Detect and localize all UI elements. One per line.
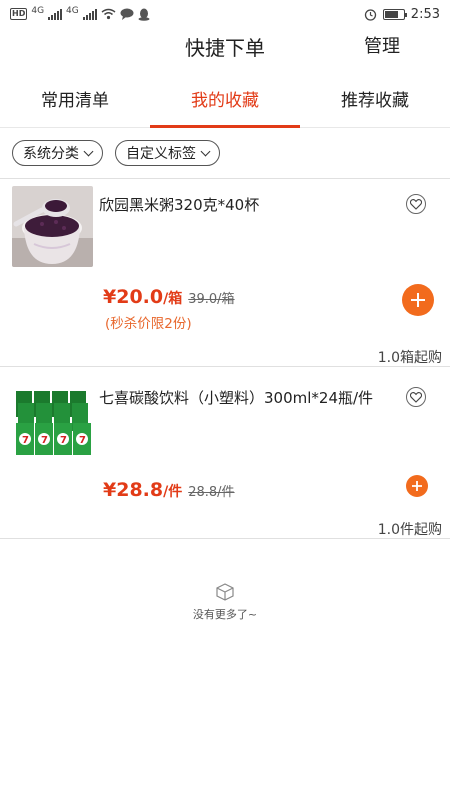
- plus-icon: [411, 293, 425, 307]
- qq-icon: [138, 8, 150, 21]
- original-price: 39.0/箱: [188, 292, 235, 307]
- battery-icon: [382, 8, 407, 20]
- filter-label: 自定义标签: [126, 146, 196, 162]
- favorite-button[interactable]: [406, 194, 426, 214]
- chevron-down-icon: [200, 146, 211, 156]
- favorite-button[interactable]: [406, 387, 426, 407]
- wifi-icon: [101, 8, 116, 20]
- alarm-icon: [364, 8, 376, 21]
- tab-frequent-list[interactable]: 常用清单: [0, 78, 150, 127]
- empty-box-icon: [216, 583, 234, 601]
- svg-text:7: 7: [79, 435, 86, 446]
- price-unit: /件: [163, 484, 183, 500]
- signal-icon: [48, 8, 63, 20]
- product-card[interactable]: 欣园黑米粥320克*40杯 ¥20.0/箱 39.0/箱 (秒杀价限2份) 1.0…: [0, 178, 450, 366]
- add-to-cart-button[interactable]: [406, 475, 428, 497]
- status-right: 2:53: [364, 7, 440, 22]
- net-label-2: 4G: [66, 6, 79, 16]
- current-price: ¥28.8: [103, 479, 164, 501]
- message-icon: [120, 8, 134, 20]
- signal-icon: [82, 8, 97, 20]
- current-price: ¥20.0: [103, 286, 164, 308]
- price-line: ¥20.0/箱 39.0/箱: [103, 286, 235, 308]
- chevron-down-icon: [83, 146, 94, 156]
- product-card[interactable]: 7 7 7 7 七喜碳酸饮料（小塑料）300ml*24瓶/件 ¥28.8/件 28…: [0, 366, 450, 538]
- hd-badge: HD: [10, 8, 28, 20]
- tab-bar: 常用清单 我的收藏 推荐收藏: [0, 78, 450, 128]
- product-name[interactable]: 欣园黑米粥320克*40杯: [99, 194, 259, 215]
- product-image[interactable]: [12, 186, 93, 267]
- price-unit: /箱: [163, 291, 183, 307]
- status-bar: HD 4G 4G 2:53: [0, 0, 450, 28]
- product-image[interactable]: 7 7 7 7: [12, 379, 93, 460]
- heart-icon: [410, 198, 422, 210]
- promo-note: (秒杀价限2份): [105, 316, 192, 332]
- tab-my-favorites[interactable]: 我的收藏: [150, 78, 300, 128]
- clock: 2:53: [410, 6, 440, 22]
- svg-text:7: 7: [22, 435, 29, 446]
- price-line: ¥28.8/件 28.8/件: [103, 479, 235, 501]
- no-more-footer: 没有更多了~: [0, 582, 450, 622]
- add-to-cart-button[interactable]: [402, 284, 434, 316]
- svg-text:7: 7: [41, 435, 48, 446]
- svg-text:7: 7: [60, 435, 67, 446]
- minimum-quantity: 1.0箱起购: [377, 350, 442, 366]
- heart-icon: [410, 391, 422, 403]
- tab-recommended-favorites[interactable]: 推荐收藏: [300, 78, 450, 127]
- manage-button[interactable]: 管理: [364, 32, 400, 58]
- divider: [0, 538, 450, 539]
- header: 快捷下单 管理: [0, 28, 450, 74]
- minimum-quantity: 1.0件起购: [377, 522, 442, 538]
- system-category-filter[interactable]: 系统分类: [12, 140, 103, 166]
- net-label-1: 4G: [31, 6, 45, 16]
- no-more-text: 没有更多了~: [192, 608, 258, 621]
- status-left: HD 4G 4G: [10, 6, 150, 21]
- filter-bar: 系统分类 自定义标签: [12, 140, 220, 166]
- product-name[interactable]: 七喜碳酸饮料（小塑料）300ml*24瓶/件: [99, 387, 373, 408]
- original-price: 28.8/件: [188, 485, 235, 500]
- plus-icon: [412, 481, 422, 491]
- custom-tag-filter[interactable]: 自定义标签: [115, 140, 220, 166]
- filter-label: 系统分类: [23, 146, 79, 162]
